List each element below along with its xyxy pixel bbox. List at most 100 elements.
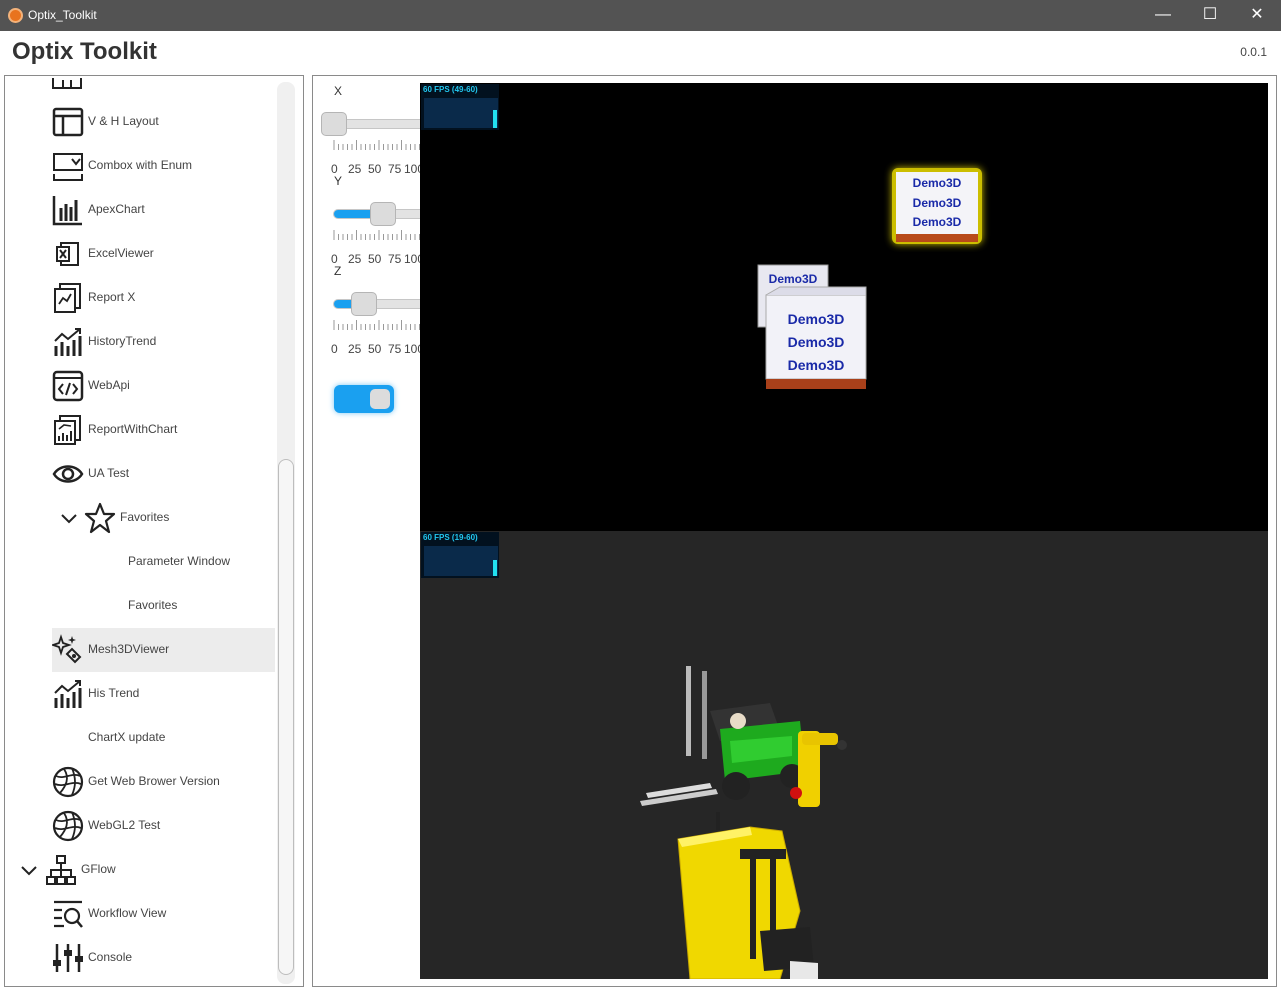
sidebar-item-mesh3dviewer[interactable]: Mesh3DViewer [52, 628, 275, 672]
sidebar-item-label: WebGL2 Test [88, 818, 161, 832]
sidebar-item-label: ChartX update [88, 730, 166, 744]
chevron-down-icon[interactable] [59, 508, 79, 528]
sidebar-item-v-h-layout[interactable]: V & H Layout [5, 100, 275, 144]
z-slider-ticks [333, 320, 425, 330]
sidebar-item-gflow[interactable]: GFlow [5, 848, 275, 892]
bar-chart-icon [52, 196, 82, 226]
sidebar-item-favorites-group[interactable]: Favorites [5, 496, 275, 540]
sidebar-item-chartx-update[interactable]: ChartX update [5, 716, 275, 760]
sidebar-item-his-trend[interactable]: His Trend [5, 672, 275, 716]
trend-icon [54, 328, 82, 356]
sidebar-nav: V & H Layout Combox with Enum ApexChart … [4, 75, 304, 987]
scene-boxes: Demo3D Demo3D Demo3D Demo3D Demo3D Demo3… [757, 168, 982, 389]
sidebar-item-webapi[interactable]: WebApi [5, 364, 275, 408]
z-slider-track[interactable] [333, 299, 425, 309]
sidebar-item-reportwithchart[interactable]: ReportWithChart [5, 408, 275, 452]
sidebar-item-webgl2-test[interactable]: WebGL2 Test [5, 804, 275, 848]
combobox-icon [53, 153, 83, 181]
box-label: Demo3D [913, 215, 962, 229]
z-tick-label: 75 [388, 342, 402, 356]
sidebar-item-console[interactable]: Console [5, 936, 275, 980]
robot-arm-model [790, 731, 847, 807]
pallet-front: Demo3D Demo3D Demo3D [765, 286, 867, 389]
sidebar-item-label: Workflow View [88, 906, 167, 920]
sidebar-item-label: Get Web Brower Version [88, 774, 220, 788]
3d-viewport-bottom[interactable]: 60 FPS (19-60) [420, 531, 1268, 979]
hierarchy-icon [46, 855, 76, 885]
box-label: Demo3D [788, 357, 845, 373]
sidebar-item-report-x[interactable]: Report X [5, 276, 275, 320]
toggle-switch[interactable] [334, 385, 394, 413]
forklift-model [640, 666, 805, 806]
y-tick-label: 75 [388, 252, 402, 266]
y-tick-label: 25 [348, 252, 362, 266]
sidebar-item-get-web-brower-version[interactable]: Get Web Brower Version [5, 760, 275, 804]
x-slider-label: X [334, 84, 343, 98]
chevron-down-icon[interactable] [19, 860, 39, 880]
sidebar-item-label: Report X [88, 290, 136, 304]
sliders-icon [53, 944, 83, 972]
pallet-highlighted: Demo3D Demo3D Demo3D [892, 168, 982, 244]
box-label: Demo3D [913, 196, 962, 210]
window-titlebar: Optix_Toolkit — ☐ ✕ [0, 0, 1281, 31]
sidebar-item-favorites[interactable]: Favorites [5, 584, 275, 628]
forklift-truck-model [677, 812, 818, 979]
z-tick-label: 0 [331, 342, 338, 356]
sidebar-item-label: Favorites [128, 598, 178, 612]
sidebar-item-label: His Trend [88, 686, 140, 700]
sidebar-item-label: Parameter Window [128, 554, 231, 568]
z-slider-thumb[interactable] [351, 292, 377, 316]
star-icon [84, 502, 116, 534]
sidebar-item-label: UA Test [88, 466, 130, 480]
y-slider-label: Y [334, 174, 343, 188]
y-slider-thumb[interactable] [370, 202, 396, 226]
version-label: 0.0.1 [1240, 45, 1267, 59]
x-slider-ticks [333, 140, 425, 150]
sidebar-scroll-thumb[interactable] [278, 459, 294, 975]
x-tick-label: 50 [368, 162, 382, 176]
x-tick-label: 75 [388, 162, 402, 176]
code-icon [52, 370, 84, 402]
box-label: Demo3D [769, 272, 818, 286]
app-header: Optix Toolkit 0.0.1 [0, 31, 1281, 74]
sidebar-item-label: Console [88, 950, 133, 964]
sidebar-item-label: Combox with Enum [88, 158, 193, 172]
minimize-button[interactable]: — [1140, 0, 1186, 31]
workflow-icon [54, 900, 83, 928]
globe-icon [52, 810, 84, 842]
sidebar-item-label: ExcelViewer [88, 246, 154, 260]
3d-viewport-top[interactable]: 60 FPS (49-60) Demo3D Demo3D Demo3D Demo… [420, 83, 1268, 531]
maximize-button[interactable]: ☐ [1187, 0, 1233, 31]
x-slider-thumb[interactable] [321, 112, 347, 136]
sidebar-item-label: V & H Layout [88, 114, 159, 128]
sparkle-icon [52, 634, 82, 664]
sidebar-item-label: ApexChart [88, 202, 145, 216]
excel-icon [56, 242, 79, 266]
main-panel: X 0 25 50 75 100 Y 0 25 50 75 100 Z 0 25… [312, 75, 1277, 987]
y-slider-ticks [333, 230, 425, 240]
layout-icon [52, 107, 84, 137]
z-slider-label: Z [334, 264, 342, 278]
sidebar-item-excelviewer[interactable]: ExcelViewer [5, 232, 275, 276]
partial-item-icon [52, 78, 82, 89]
box-label: Demo3D [788, 311, 845, 327]
sidebar-item-combox-with-enum[interactable]: Combox with Enum [5, 144, 275, 188]
sidebar-item-apexchart[interactable]: ApexChart [5, 188, 275, 232]
sidebar-item-historytrend[interactable]: HistoryTrend [5, 320, 275, 364]
eye-icon [52, 465, 84, 483]
z-tick-label: 50 [368, 342, 382, 356]
sidebar-item-ua-test[interactable]: UA Test [5, 452, 275, 496]
x-tick-label: 25 [348, 162, 362, 176]
box-label: Demo3D [788, 334, 845, 350]
report-chart-icon [54, 415, 81, 445]
y-tick-label: 50 [368, 252, 382, 266]
app-logo-icon [8, 8, 23, 23]
sidebar-item-parameter-window[interactable]: Parameter Window [5, 540, 275, 584]
page-title: Optix Toolkit [12, 38, 157, 65]
close-button[interactable]: ✕ [1234, 0, 1280, 31]
report-icon [54, 283, 81, 313]
sidebar-item-workflow-view[interactable]: Workflow View [5, 892, 275, 936]
scene-forklift [640, 666, 847, 979]
window-title: Optix_Toolkit [28, 8, 97, 22]
trend-icon [54, 680, 82, 708]
